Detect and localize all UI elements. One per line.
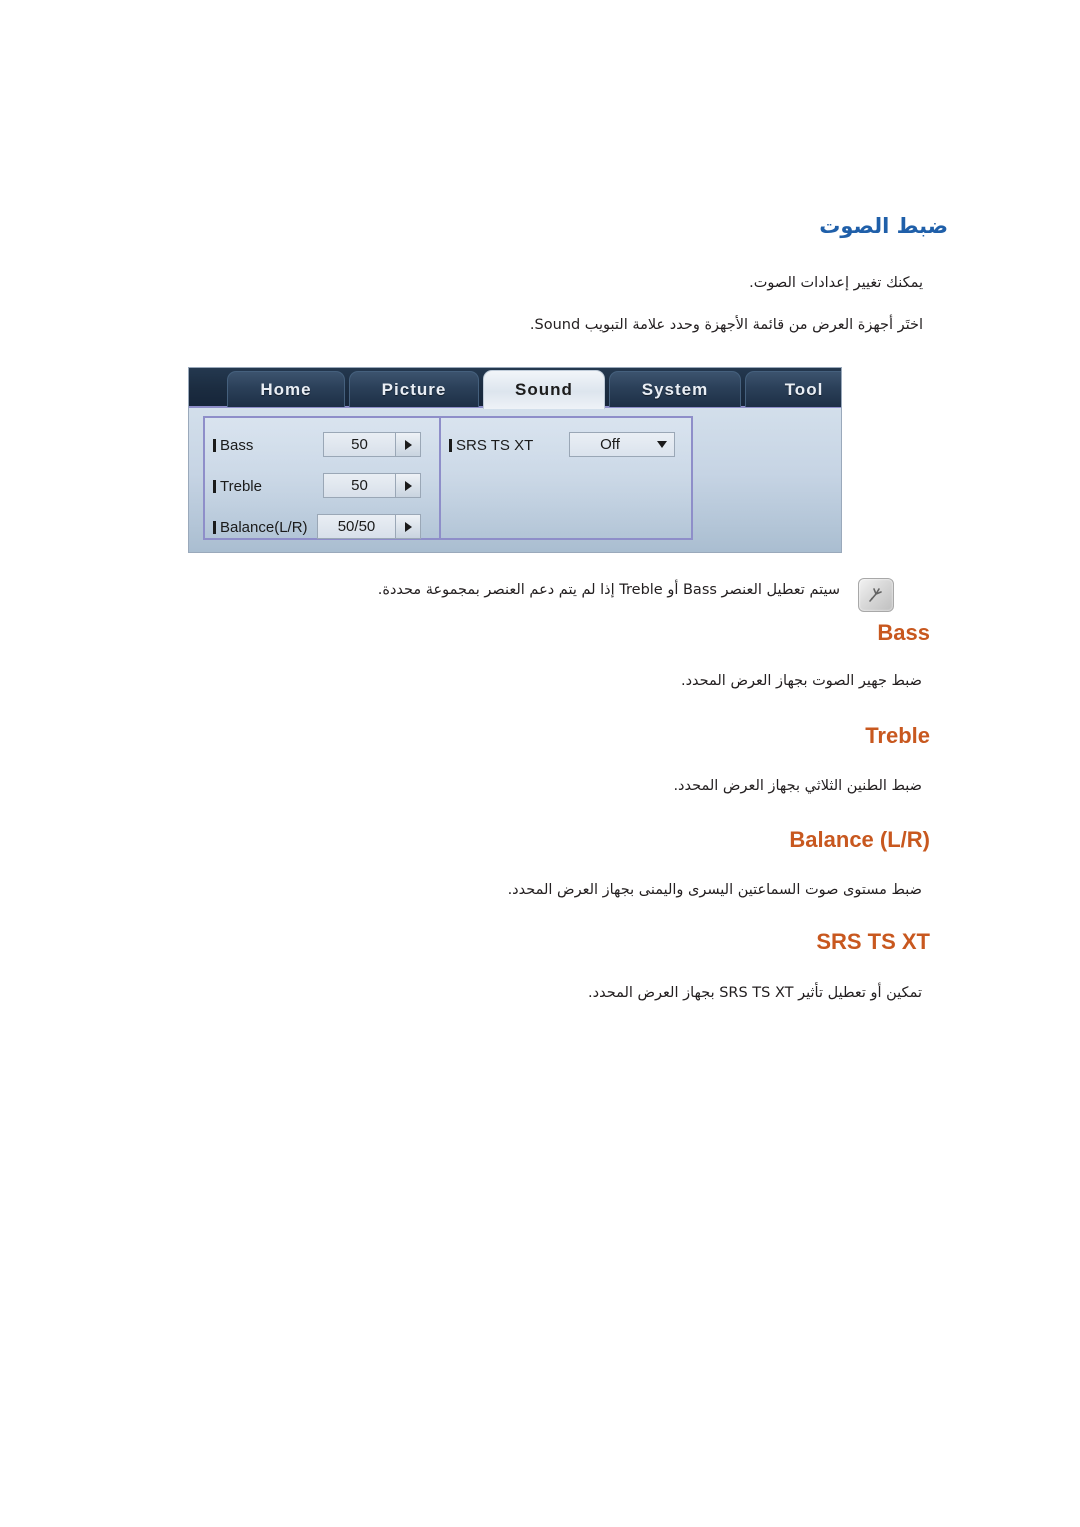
- osd-tab-sound-label: Sound: [515, 380, 573, 399]
- osd-field-srs-value: Off: [600, 436, 620, 453]
- manual-page: ضبط الصوت يمكنك تغيير إعدادات الصوت. اخت…: [0, 0, 1080, 1527]
- section-heading-bass-label: Bass: [877, 620, 930, 645]
- osd-field-balance-value: 50/50: [337, 518, 376, 535]
- osd-row-bass: Bass: [213, 432, 253, 458]
- page-title: ضبط الصوت: [819, 214, 948, 238]
- osd-tab-bar: Home Picture Sound System Tool: [189, 368, 841, 409]
- osd-row-balance-label: Balance(L/R): [213, 519, 308, 536]
- section-body-bass: ضبط جهير الصوت بجهاز العرض المحدد.: [680, 673, 922, 689]
- osd-tab-home-label: Home: [260, 379, 312, 399]
- osd-tab-tool[interactable]: Tool: [745, 371, 841, 407]
- osd-tab-system[interactable]: System: [609, 371, 741, 407]
- chevron-down-icon[interactable]: [650, 433, 674, 456]
- osd-right-panel: SRS TS XT Off: [441, 416, 693, 540]
- osd-row-srs: SRS TS XT: [449, 432, 533, 458]
- section-body-balance: ضبط مستوى صوت السماعتين اليسرى واليمنى ب…: [507, 882, 922, 898]
- osd-field-treble-value: 50: [351, 477, 368, 494]
- osd-screenshot-figure: Home Picture Sound System Tool Bass 50 T…: [188, 367, 842, 553]
- osd-tab-picture[interactable]: Picture: [349, 371, 479, 407]
- section-heading-srs-label: SRS TS XT: [816, 929, 930, 954]
- section-heading-balance-label: Balance (L/R): [789, 827, 930, 852]
- section-heading-bass: Bass: [0, 620, 930, 646]
- osd-field-balance[interactable]: 50/50: [317, 514, 421, 539]
- note-text: سيتم تعطيل العنصر Bass أو Treble إذا لم …: [377, 582, 840, 598]
- osd-row-srs-label: SRS TS XT: [449, 437, 533, 454]
- intro-paragraph-1: يمكنك تغيير إعدادات الصوت.: [749, 275, 923, 291]
- osd-body: Bass 50 Treble 50 Balance(L/R) 50/50 SRS…: [189, 408, 841, 552]
- osd-tab-picture-label: Picture: [381, 379, 447, 399]
- osd-tab-tool-label: Tool: [784, 379, 824, 399]
- osd-field-bass-value: 50: [351, 436, 368, 453]
- arrow-right-icon[interactable]: [395, 515, 420, 538]
- arrow-right-icon[interactable]: [395, 474, 420, 497]
- osd-field-bass[interactable]: 50: [323, 432, 421, 457]
- note-pen-icon: [858, 578, 894, 612]
- osd-row-bass-label: Bass: [213, 437, 253, 454]
- note-block: سيتم تعطيل العنصر Bass أو Treble إذا لم …: [0, 578, 1080, 622]
- section-heading-treble-label: Treble: [865, 723, 930, 748]
- section-heading-treble: Treble: [0, 723, 930, 749]
- section-heading-balance: Balance (L/R): [0, 827, 930, 853]
- osd-row-balance: Balance(L/R): [213, 514, 308, 540]
- section-body-treble: ضبط الطنين الثلاثي بجهاز العرض المحدد.: [673, 778, 922, 794]
- osd-field-srs[interactable]: Off: [569, 432, 675, 457]
- osd-tab-system-label: System: [641, 379, 709, 399]
- osd-tab-home[interactable]: Home: [227, 371, 345, 407]
- osd-row-treble-label: Treble: [213, 478, 262, 495]
- arrow-right-icon[interactable]: [395, 433, 420, 456]
- intro-paragraph-2: اختَر أجهزة العرض من قائمة الأجهزة وحدد …: [529, 317, 923, 333]
- section-heading-srs: SRS TS XT: [0, 929, 930, 955]
- section-body-srs: تمكين أو تعطيل تأثير SRS TS XT بجهاز الع…: [588, 985, 922, 1001]
- osd-left-panel: Bass 50 Treble 50 Balance(L/R) 50/50: [203, 416, 441, 540]
- osd-row-treble: Treble: [213, 473, 262, 499]
- osd-field-treble[interactable]: 50: [323, 473, 421, 498]
- osd-tab-sound[interactable]: Sound: [483, 370, 605, 409]
